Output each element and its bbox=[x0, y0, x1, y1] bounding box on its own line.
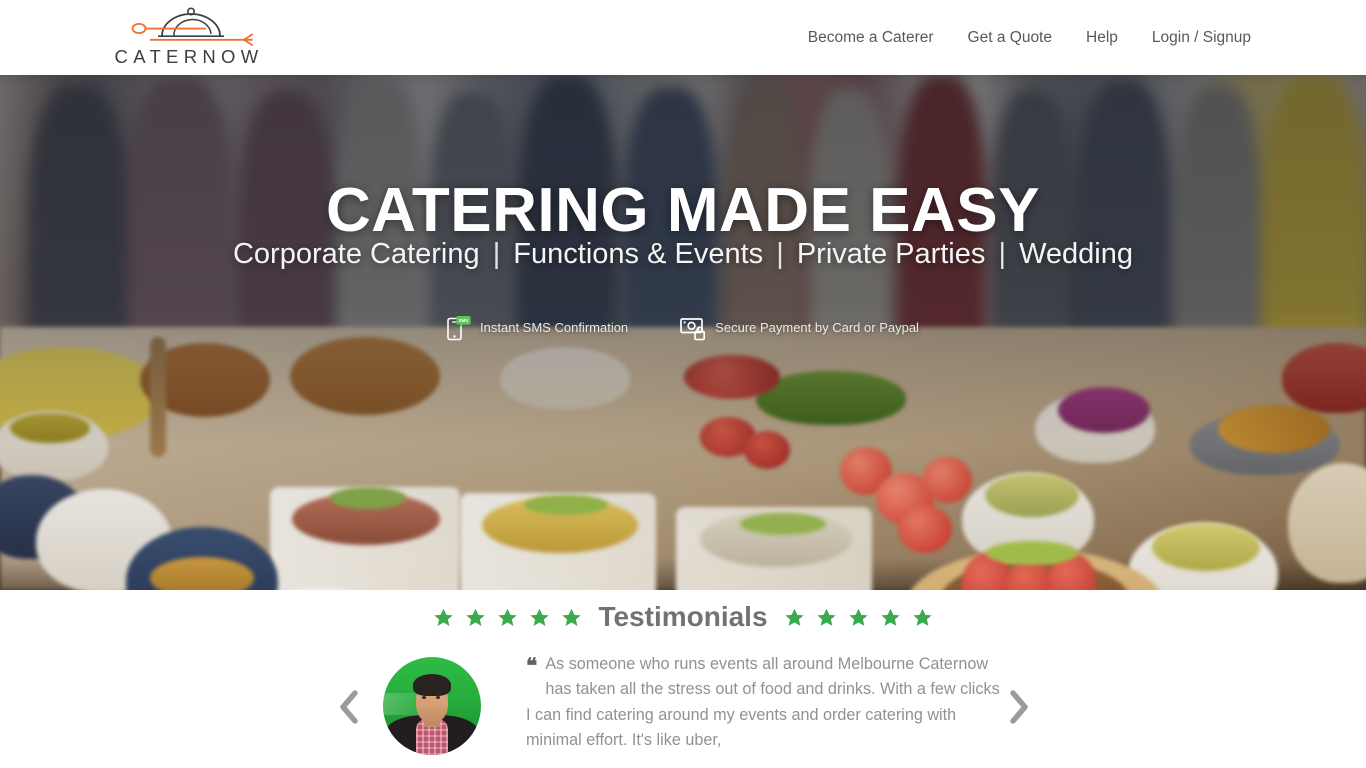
feature-label-sms: Instant SMS Confirmation bbox=[480, 320, 629, 335]
avatar-brow bbox=[435, 692, 442, 694]
avatar-eye bbox=[422, 696, 426, 699]
star-icon bbox=[530, 608, 550, 626]
nav-get-a-quote[interactable]: Get a Quote bbox=[968, 28, 1052, 48]
hero-subtitle-part-4: Wedding bbox=[1019, 238, 1133, 270]
svg-text:SMS: SMS bbox=[459, 318, 469, 323]
nav-become-a-caterer[interactable]: Become a Caterer bbox=[808, 28, 934, 48]
testimonial-prev-button[interactable] bbox=[335, 688, 365, 726]
main-nav: Become a Caterer Get a Quote Help Login … bbox=[808, 0, 1251, 75]
star-icon bbox=[784, 608, 804, 626]
cloche-spoon-fork-icon bbox=[131, 7, 253, 46]
testimonial-slide: ❝ As someone who runs events all around … bbox=[0, 652, 1366, 768]
avatar-hair bbox=[413, 674, 451, 696]
hero-feature-list: SMS Instant SMS Confirmation Secure Paym… bbox=[0, 315, 1366, 341]
testimonials-heading: Testimonials bbox=[0, 599, 1366, 635]
banknote-lock-icon bbox=[680, 318, 706, 341]
star-icon bbox=[848, 608, 868, 626]
testimonial-quote-block: ❝ As someone who runs events all around … bbox=[526, 652, 1002, 754]
star-icon bbox=[434, 608, 454, 626]
testimonial-text: As someone who runs events all around Me… bbox=[526, 655, 1000, 750]
nav-login-signup[interactable]: Login / Signup bbox=[1152, 28, 1251, 48]
hero-subtitle-part-2: Functions & Events bbox=[513, 238, 764, 270]
hero-subtitle-part-1: Corporate Catering bbox=[232, 238, 480, 270]
quote-mark-icon: ❝ bbox=[526, 654, 538, 678]
hero-content: CATERING MADE EASY Corporate Catering | … bbox=[0, 75, 1366, 590]
hero-subtitle-separator: | bbox=[998, 238, 1006, 270]
avatar-eye bbox=[436, 696, 440, 699]
feature-instant-sms: SMS Instant SMS Confirmation bbox=[447, 315, 628, 341]
chevron-left-icon bbox=[340, 690, 358, 724]
site-header: CATERNOW Become a Caterer Get a Quote He… bbox=[0, 0, 1366, 75]
nav-help[interactable]: Help bbox=[1086, 28, 1118, 48]
hero-subtitle: Corporate Catering | Functions & Events … bbox=[0, 235, 1366, 273]
hero-subtitle-separator: | bbox=[492, 238, 501, 270]
hero-banner: CATERING MADE EASY Corporate Catering | … bbox=[0, 75, 1366, 590]
star-icon bbox=[816, 608, 836, 626]
testimonials-title: Testimonials bbox=[598, 601, 768, 632]
stars-left bbox=[434, 608, 582, 627]
stars-right bbox=[784, 608, 932, 627]
star-icon bbox=[880, 608, 900, 626]
phone-sms-icon: SMS bbox=[447, 316, 471, 341]
avatar bbox=[383, 657, 481, 755]
testimonial-next-button[interactable] bbox=[1003, 688, 1033, 726]
hero-subtitle-separator: | bbox=[776, 238, 784, 270]
logo-wordmark: CATERNOW bbox=[114, 46, 264, 67]
logo[interactable]: CATERNOW bbox=[114, 6, 264, 68]
avatar-brow bbox=[420, 692, 427, 694]
feature-secure-payment: Secure Payment by Card or Paypal bbox=[680, 315, 919, 341]
chevron-right-icon bbox=[1010, 690, 1028, 724]
testimonials-section: Testimonials ❝ As someone who runs event… bbox=[0, 590, 1366, 768]
feature-label-payment: Secure Payment by Card or Paypal bbox=[715, 320, 919, 335]
star-icon bbox=[912, 608, 932, 626]
hero-subtitle-part-3: Private Parties bbox=[796, 238, 986, 270]
star-icon bbox=[466, 608, 486, 626]
star-icon bbox=[562, 608, 582, 626]
star-icon bbox=[498, 608, 518, 626]
